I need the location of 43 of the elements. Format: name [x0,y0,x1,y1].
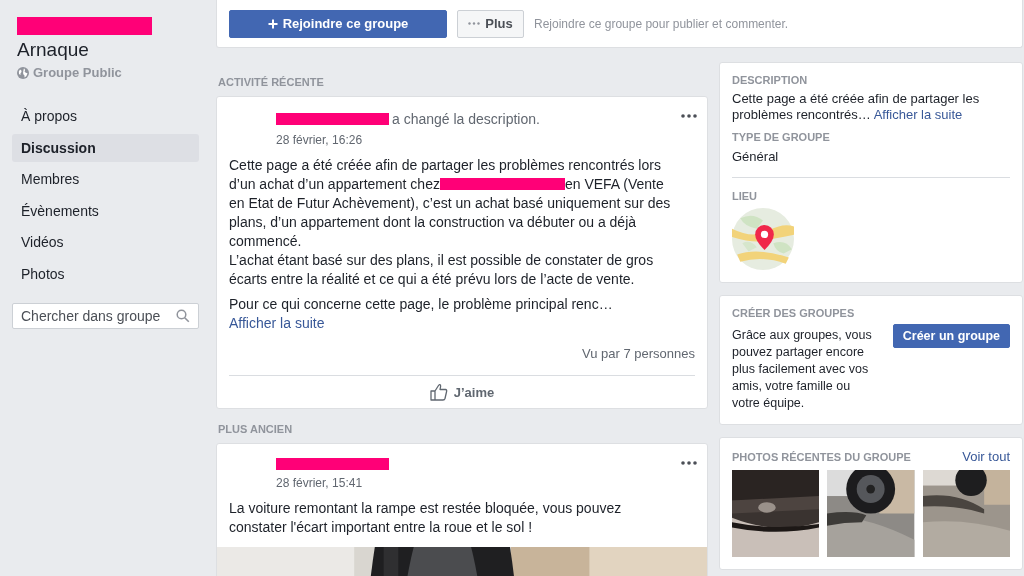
post-time: 28 février, 15:41 [276,476,364,490]
thumbs-up-icon [429,383,448,401]
group-name: Arnaque [17,39,90,61]
see-more-link[interactable]: Afficher la suite [229,315,325,331]
see-more-link[interactable]: Afficher la suite [873,107,963,122]
more-icon[interactable] [681,461,697,465]
seen-by-count: Vu par 7 personnes [581,345,696,361]
section-heading: ACTIVITÉ RÉCENTE [218,76,325,88]
section-label: TYPE DE GROUPE [732,131,831,143]
post-text: Pour ce qui concerne cette page, le problème principal renc… [229,295,614,314]
nav-item[interactable]: Discussion [12,133,199,162]
plus-icon [267,18,278,29]
group-type: Général [732,149,780,164]
more-button[interactable]: Plus [457,9,524,38]
post-text: La voiture remontant la rampe est restée bloquée, vous pouvez constater l'écart important entre la roue et le sol ! [229,499,623,537]
section-label: CRÉER DES GROUPES [732,307,856,319]
search-field[interactable]: Chercher dans groupe [12,302,199,329]
globe-icon [17,66,29,79]
map-pin-icon [754,224,775,251]
more-icon[interactable] [681,114,697,118]
like-button[interactable]: J’aime [423,382,501,402]
nav-item[interactable]: Photos [12,259,199,288]
nav-item[interactable]: Membres [12,165,199,193]
nav-item[interactable]: Évènements [12,196,199,225]
nav-item[interactable]: À propos [12,102,199,130]
description-text: Cette page a été créée afin de partager les problèmes rencontrés… Afficher la suite [732,91,981,123]
section-label: DESCRIPTION [732,74,809,86]
join-button[interactable]: Rejoindre ce groupe [229,9,447,38]
create-group-button[interactable]: Créer un groupe [892,324,1010,348]
more-icon [468,22,481,25]
post-text: Cette page a été créée afin de partager les problèmes rencontrés lors d’un achat d’un appartement chez en VEFA (Vente en Etat de Futur Achèvement), c’est un achat basé uniquement sur des plans, d’un appartement dont la construction va débuter ou a déjà commencé. [229,156,672,251]
see-all-link[interactable]: Voir tout [962,449,1010,464]
privacy-label: Groupe Public [33,65,122,80]
post-time: 28 février, 16:26 [276,133,364,147]
section-label: LIEU [732,190,759,202]
nav-item[interactable]: Vidéos [12,228,199,256]
join-hint: Rejoindre ce groupe pour publier et commenter. [534,16,789,31]
section-label: PHOTOS RÉCENTES DU GROUPE [732,451,911,463]
search-icon [176,308,190,323]
post-text: L’achat étant basé sur des plans, il est possible de constater de gros écarts entre la réalité et ce qui a été prévu lors de l’acte de vente. [229,251,655,289]
create-group-text: Grâce aux groupes, vous pouvez partager encore plus facilement avec vos amis, votre famille ou votre équipe. [732,327,873,412]
section-heading: PLUS ANCIEN [218,423,294,435]
post-action: a changé la description. [392,111,540,127]
